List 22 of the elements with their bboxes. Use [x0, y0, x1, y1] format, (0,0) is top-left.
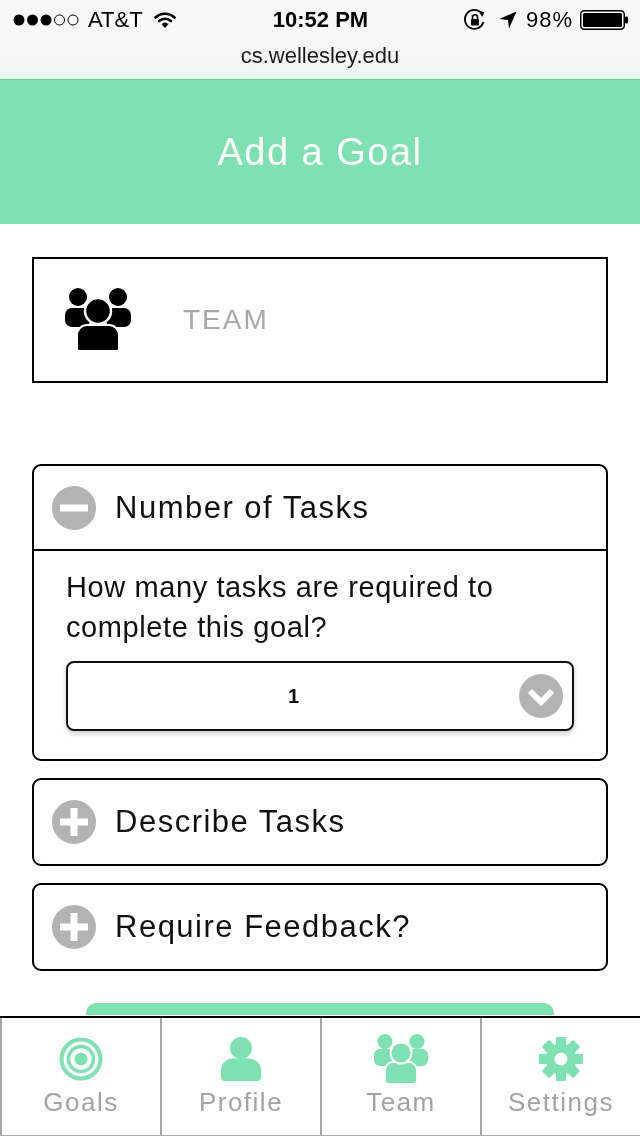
battery-percent: 98%	[525, 7, 573, 33]
action-button[interactable]	[86, 1003, 554, 1015]
accordion-header[interactable]: Number of Tasks	[34, 466, 606, 551]
carrier-name: AT&T	[88, 7, 143, 33]
question-text: How many tasks are required to complete this goal?	[66, 570, 495, 645]
accordion-header[interactable]: Require Feedback?	[34, 885, 606, 969]
battery-icon	[580, 10, 628, 30]
person-icon	[221, 1037, 261, 1081]
team-field[interactable]: TEAM	[32, 257, 608, 383]
signal-icon	[13, 14, 79, 26]
clock-time: 10:52 PM	[272, 7, 369, 33]
dropdown-select[interactable]: 1	[66, 661, 574, 731]
group-icon	[371, 1034, 431, 1084]
wifi-icon	[153, 12, 176, 28]
target-icon	[59, 1037, 103, 1081]
group-icon	[64, 287, 132, 351]
accordion-header[interactable]: Describe Tasks	[34, 780, 606, 864]
chevron-down-icon	[519, 674, 563, 718]
page-title: Add a Goal	[217, 130, 423, 174]
address-url[interactable]: cs.wellesley.edu	[240, 43, 400, 69]
rotation-lock-icon	[462, 8, 487, 32]
location-arrow-icon	[498, 11, 517, 29]
